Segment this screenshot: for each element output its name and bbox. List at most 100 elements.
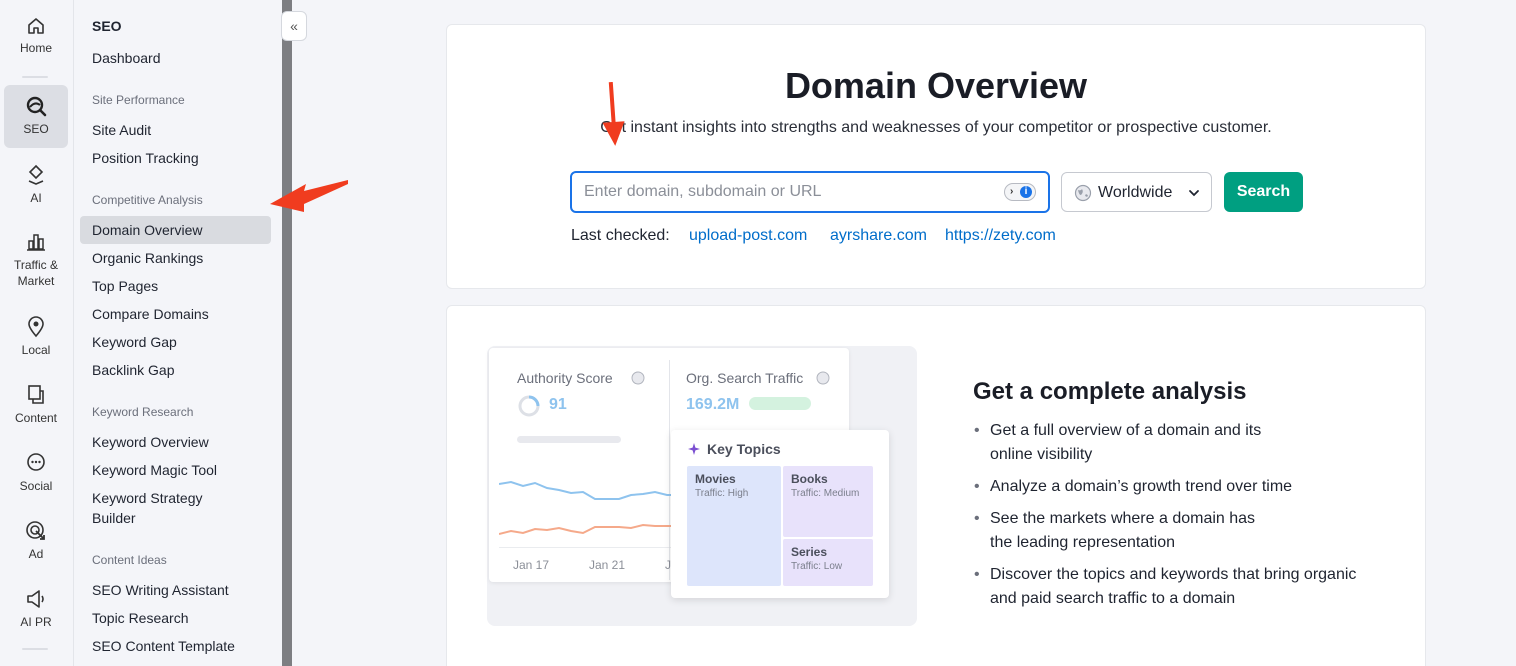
analysis-promo-card: Authority Score 91 Org. Search Traffic 1… [446,305,1426,666]
sidebar-item-label: Keyword Strategy [92,490,203,506]
topic-traffic: Traffic: High [695,488,749,499]
password-manager-icon[interactable]: › i [1004,183,1036,201]
sidebar-item-backlink-gap[interactable]: Backlink Gap [80,360,271,380]
seo-sidebar: SEO Dashboard Site Performance Site Audi… [74,0,282,666]
placeholder-bar [517,436,621,443]
sidebar-item-domain-overview[interactable]: Domain Overview [80,216,271,244]
last-checked-label: Last checked: [571,227,670,244]
rail-home[interactable]: Home [4,16,68,55]
sidebar-item-keyword-overview[interactable]: Keyword Overview [80,432,271,452]
rail-ad[interactable]: Ad [4,520,68,561]
topic-name: Books [791,472,828,486]
page-title: Domain Overview [784,65,1088,106]
topic-traffic: Traffic: Low [791,561,843,572]
sidebar-item-position-tracking[interactable]: Position Tracking [80,148,271,168]
sidebar-item-top-pages[interactable]: Top Pages [80,276,271,296]
sidebar-item-keyword-gap[interactable]: Keyword Gap [80,332,271,352]
score-ring-icon [518,395,540,417]
sidebar-section-title: Competitive Analysis [92,193,203,207]
rail-local[interactable]: Local [4,316,68,357]
key-topics-card: Key Topics Movies Traffic: High Books Tr… [671,430,889,598]
sidebar-item-organic-rankings[interactable]: Organic Rankings [80,248,271,268]
domain-search-input[interactable] [570,171,1050,213]
trend-lines-graphic [499,480,679,548]
sidebar-item-topic-research[interactable]: Topic Research [80,608,271,628]
content-icon [28,385,44,404]
sidebar-title: SEO [92,18,122,34]
key-topics-title: Key Topics [707,441,781,457]
last-checked-link[interactable]: upload-post.com [689,227,807,245]
axis-date-label: Jan 21 [589,558,626,572]
globe-icon [631,371,645,385]
axis-date-label: Jan 17 [513,558,550,572]
sidebar-scrollbar[interactable] [282,0,292,666]
globe-icon [816,371,830,385]
location-pin-icon [28,316,44,338]
bullet-line: and paid search traffic to a domain [990,590,1236,607]
topic-name: Movies [695,472,736,486]
traffic-trend-pill [749,397,811,410]
bullet-line: See the markets where a domain has [990,510,1256,527]
bullet-line: the leading representation [990,534,1176,551]
sidebar-section-title: Site Performance [92,93,185,107]
globe-icon [1074,184,1092,202]
rail-ai[interactable]: AI [4,164,68,205]
rail-label: Ad [28,547,44,561]
chevron-down-icon [1189,190,1199,197]
sidebar-item-keyword-magic-tool[interactable]: Keyword Magic Tool [80,460,271,480]
annotation-arrow-left-icon [270,180,348,212]
rail-seo[interactable]: SEO [4,85,68,148]
list-item: See the markets where a domain has the le… [973,507,1393,555]
last-checked-link[interactable]: ayrshare.com [830,227,927,245]
rail-label-line2: Market [17,274,55,288]
authority-score-value: 91 [549,396,567,413]
rail-label-line1: Traffic & [13,258,58,272]
rail-content[interactable]: Content [4,384,68,425]
ai-icon [28,164,44,185]
rail-divider [22,76,48,78]
rail-ai-pr[interactable]: AI PR [4,588,68,629]
rail-label: Social [19,479,53,493]
sparkle-icon [688,443,700,455]
last-checked-link[interactable]: https://zety.com [945,227,1056,245]
annotation-arrow-down-icon [602,82,625,146]
home-icon [28,18,44,34]
topic-name: Series [791,545,828,559]
list-item: Discover the topics and keywords that br… [973,563,1393,611]
database-select[interactable]: Worldwide [1061,172,1212,212]
app-rail: Home SEO AI Traffic & Market Local Conte… [0,0,74,666]
sidebar-item-compare-domains[interactable]: Compare Domains [80,304,271,324]
rail-divider [22,648,48,650]
rail-traffic-market[interactable]: Traffic & Market [4,232,68,289]
megaphone-icon [27,590,44,608]
traffic-market-icon [27,234,45,251]
list-item: Get a full overview of a domain and its o… [973,419,1393,467]
sidebar-section-title: Keyword Research [92,405,194,419]
sidebar-item-dashboard[interactable]: Dashboard [80,48,271,68]
rail-social[interactable]: Social [4,452,68,493]
sidebar-item-seo-content-template[interactable]: SEO Content Template [80,636,271,656]
rail-label: AI [30,191,42,205]
chevron-right-icon: › [1010,186,1014,197]
sidebar-item-site-audit[interactable]: Site Audit [80,120,271,140]
authority-score-label: Authority Score [517,370,613,386]
bullet-line: Discover the topics and keywords that br… [990,566,1357,583]
rail-label: Local [21,343,51,357]
bullet-line: Get a full overview of a domain and its [990,422,1262,439]
seo-icon [26,96,47,117]
list-item: Analyze a domain’s growth trend over tim… [973,475,1393,499]
rail-label: Content [14,411,58,425]
org-search-traffic-value: 169.2M [686,396,740,413]
info-dot-icon: i [1020,186,1032,198]
topic-tile-series: Series Traffic: Low [783,539,873,586]
sidebar-item-seo-writing-assistant[interactable]: SEO Writing Assistant [80,580,271,600]
domain-overview-illustration: Authority Score 91 Org. Search Traffic 1… [487,346,917,626]
collapse-sidebar-button[interactable]: « [281,11,307,41]
bullet-line: online visibility [990,446,1093,463]
org-search-traffic-label: Org. Search Traffic [686,370,804,386]
search-button[interactable]: Search [1224,172,1303,212]
page-subtitle: Get instant insights into strengths and … [600,119,1272,136]
sidebar-item-keyword-strategy-builder[interactable]: Keyword Strategy Builder [80,488,271,528]
ad-target-icon [26,521,45,540]
domain-search-card: Domain Overview Get instant insights int… [446,24,1426,289]
